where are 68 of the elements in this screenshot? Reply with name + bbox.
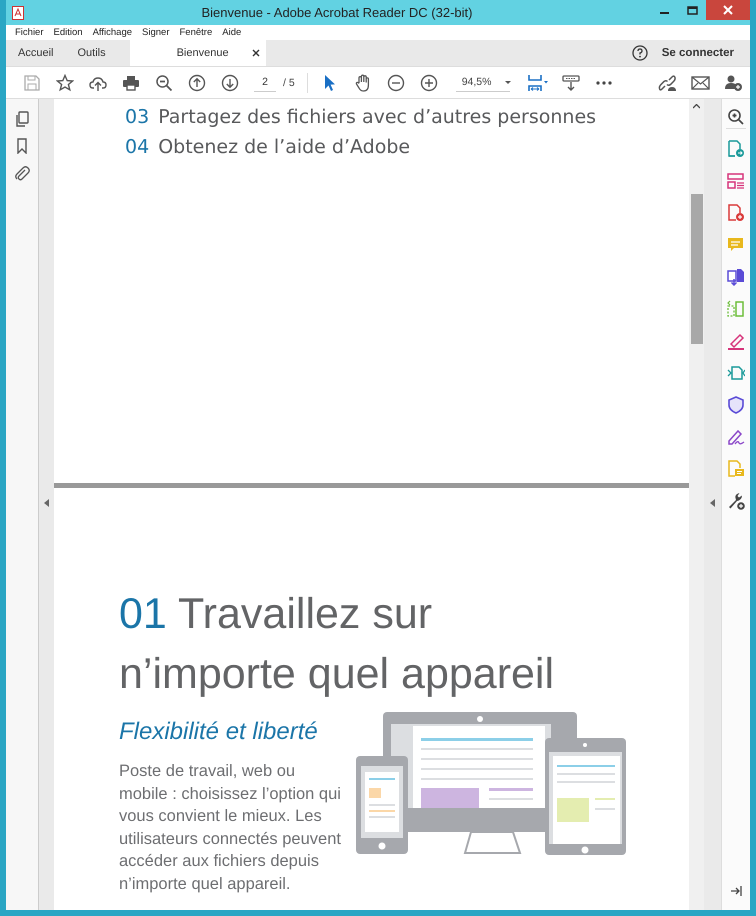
wrench-plus-icon xyxy=(727,492,745,510)
arrow-up-icon xyxy=(188,74,206,92)
tab-close-icon[interactable] xyxy=(252,49,260,57)
add-user-icon xyxy=(724,74,743,92)
window-title: Bienvenue - Adobe Acrobat Reader DC (32-bit) xyxy=(200,5,474,20)
section-heading: 01 Travaillez sur n’importe quel appareil xyxy=(119,589,556,700)
zoom-search-icon xyxy=(727,108,745,126)
chevron-up-icon xyxy=(693,104,700,109)
section-paragraph: Poste de travail, web ou mobile : choisissez l’option qui vous convient le mieux. Les utilisateurs connectés peuvent accéder aux fichiers depuis n’importe quel appareil. xyxy=(119,761,342,895)
more-icon xyxy=(595,80,614,84)
comment-icon xyxy=(727,236,745,254)
attachment-button[interactable] xyxy=(14,165,30,181)
bookmark-button[interactable] xyxy=(15,138,29,154)
contents-entry: Partagez des fichiers avec d’autres personnes xyxy=(158,105,596,130)
pages-swap-icon xyxy=(727,300,745,318)
menu-item[interactable]: Edition xyxy=(48,27,88,38)
save-icon xyxy=(22,74,40,92)
print-icon xyxy=(122,74,140,92)
collapse-panel-button[interactable] xyxy=(710,499,715,507)
highlighter-icon xyxy=(727,332,745,350)
sign-in-link[interactable]: Se connecter xyxy=(662,40,734,66)
menu-item[interactable]: Fichier xyxy=(10,27,49,38)
menu-item[interactable]: Affichage xyxy=(88,27,138,38)
contents-entry: Obtenez de l’aide d’Adobe xyxy=(158,135,410,160)
menu-item[interactable]: Fenêtre xyxy=(174,27,218,38)
tab[interactable]: Outils xyxy=(65,40,118,66)
shield-icon xyxy=(727,396,745,414)
caret-icon xyxy=(505,80,512,84)
tab[interactable]: Accueil xyxy=(6,40,66,66)
document-note-icon xyxy=(727,460,745,478)
scrollbar-thumb[interactable] xyxy=(690,194,702,344)
document-plus-icon xyxy=(727,204,745,222)
close-button[interactable] xyxy=(706,0,750,20)
help-icon[interactable] xyxy=(632,45,648,61)
section-subtitle: Flexibilité et liberté xyxy=(119,718,319,746)
star-icon xyxy=(56,74,74,92)
mail-icon xyxy=(691,74,710,92)
pages-button[interactable] xyxy=(14,111,30,127)
triangle-left-icon xyxy=(710,499,715,507)
compress-icon xyxy=(727,364,745,382)
collapse-panel-button[interactable] xyxy=(44,499,49,507)
fit-page-icon xyxy=(527,74,550,92)
arrow-down-icon xyxy=(220,74,238,92)
share-link-icon xyxy=(658,74,677,92)
paperclip-icon xyxy=(14,165,30,181)
menu-item[interactable]: Signer xyxy=(137,27,174,38)
triangle-left-icon xyxy=(44,499,49,507)
section-number: 04 xyxy=(125,135,150,160)
signature-icon xyxy=(727,428,745,446)
app-icon xyxy=(12,6,24,20)
close-icon xyxy=(723,5,733,15)
maximize-icon xyxy=(686,6,698,14)
zoom-out-icon xyxy=(154,74,172,92)
layout-icon xyxy=(727,172,745,190)
scroll-up-button[interactable] xyxy=(693,104,700,109)
pages-icon xyxy=(14,111,30,127)
zoom-minus-icon xyxy=(387,74,406,92)
zoom-dropdown[interactable]: 94,5% xyxy=(456,73,510,92)
zoom-plus-icon xyxy=(420,74,438,92)
menu-item[interactable]: Aide xyxy=(217,27,246,38)
section-number: 03 xyxy=(125,105,150,130)
document-arrow-icon xyxy=(727,140,745,158)
scroll-mode-icon xyxy=(562,74,580,92)
collapse-right-icon xyxy=(730,886,742,896)
tab[interactable]: Bienvenue xyxy=(130,40,266,66)
bookmark-icon xyxy=(15,138,29,154)
page-total: / 5 xyxy=(283,76,295,88)
documents-arrow-icon xyxy=(727,268,745,286)
